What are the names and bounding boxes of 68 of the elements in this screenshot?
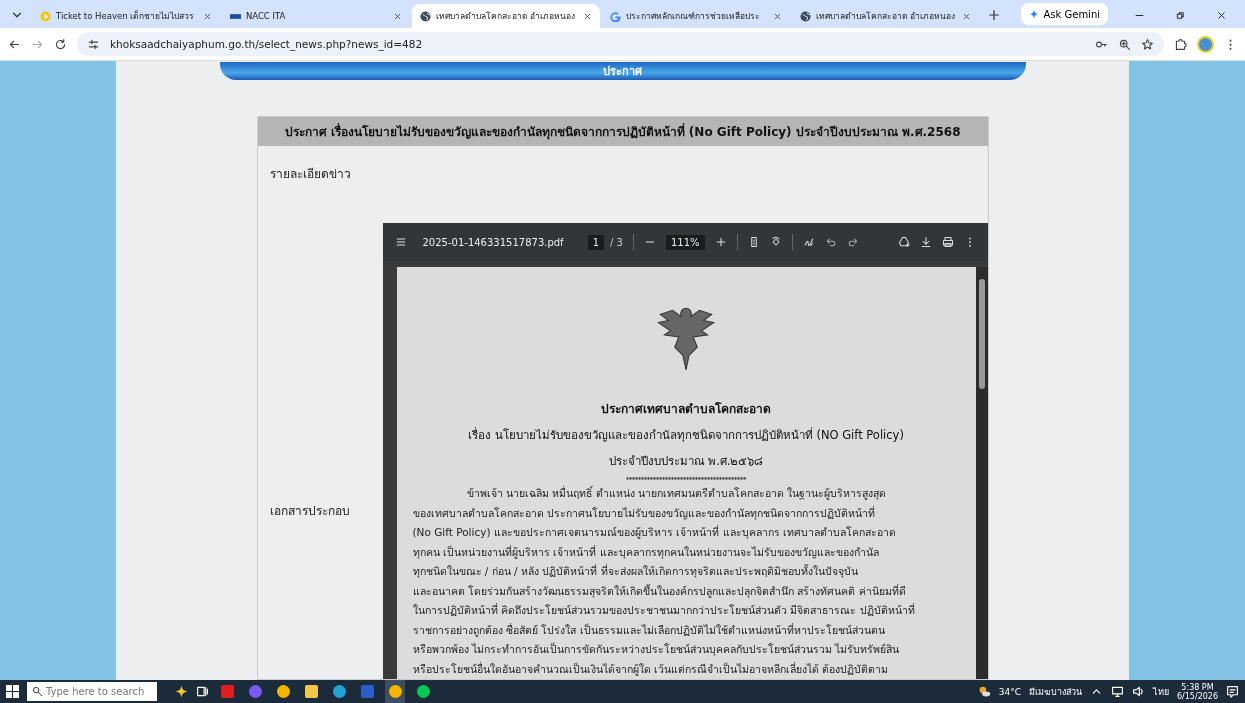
language-indicator[interactable]: ไทย — [1152, 684, 1169, 699]
profile-avatar[interactable] — [1197, 35, 1214, 53]
attachment-label: เอกสารประกอบ — [268, 502, 351, 520]
play-icon — [40, 10, 51, 22]
globe-icon — [419, 10, 431, 22]
task-view-icon[interactable] — [196, 685, 209, 698]
weather-icon[interactable] — [977, 685, 991, 698]
zoom-icon[interactable] — [1118, 37, 1131, 51]
document-text-line: ทุกคน เป็นหน่วยงานที่ผู้บริหาร เจ้าหน้าที่ และบุคลากรทุกคนในหน่วยงานจะไม่รับของขวัญและของกำนัล — [411, 544, 879, 561]
weather-temperature: 34°C — [998, 686, 1021, 697]
undo-icon[interactable] — [824, 236, 837, 248]
draw-icon[interactable] — [802, 236, 815, 248]
news-heading: ประกาศ เรื่องนโยบายไม่รับของขวัญและของกำนัลทุกชนิดจากการปฏิบัติหน้าที่ (No Gift Policy) ประจำปีงบประมาณ พ.ศ.2568 — [257, 117, 988, 146]
search-icon — [32, 686, 43, 697]
zoom-in-icon[interactable] — [714, 236, 727, 248]
document-text-line: ในการปฏิบัติหน้าที่ คิดถึงประโยชน์ส่วนรวมของประชาชนมากกว่าประโยชน์ส่วนตัว มีจิตสาธารณะ ปฏิบัติหน้าที่ — [411, 602, 915, 618]
new-tab-icon[interactable] — [987, 8, 1002, 22]
globe-icon — [799, 10, 811, 22]
close-tab-icon[interactable] — [772, 11, 782, 21]
document-year: ประจำปีงบประมาณ พ.ศ.๒๕๖๘ — [608, 453, 764, 470]
close-tab-icon[interactable] — [962, 11, 972, 21]
zoom-field[interactable]: 111% — [665, 234, 705, 250]
reload-icon[interactable] — [54, 37, 67, 51]
bookmark-star-icon[interactable] — [1141, 37, 1154, 51]
document-text-line: (No Gift Policy) และขอประกาศเจตนารมณ์ของผู้บริหาร เจ้าหน้าที่ และบุคลากร เทศบาลตำบลโคกสะอาด — [411, 524, 896, 541]
site-settings-icon[interactable] — [87, 37, 100, 51]
page-banner: ประกาศ — [219, 62, 1026, 80]
weather-description: มีเมฆบางส่วน — [1028, 685, 1082, 699]
browser-tab[interactable]: Ticket to Heaven เด็กชายไม่ไปสวร — [32, 4, 220, 28]
close-tab-icon[interactable] — [392, 11, 402, 21]
restore-icon[interactable] — [1175, 10, 1186, 21]
document-text-line: หรือประโยชน์อื่นใดอันอาจคำนวณเป็นเงินได้จากผู้ใด เว้นแต่กรณีจำเป็นไม่อาจหลีกเลี่ยงได้ ต้องปฏิบัติตาม — [411, 661, 889, 678]
rotate-icon[interactable] — [769, 236, 782, 248]
document-subject: เรื่อง นโยบายไม่รับของขวัญและของกำนัลทุกชนิดจากการปฏิบัติหน้าที่ (NO Gift Policy) — [468, 426, 904, 444]
close-tab-icon[interactable] — [202, 11, 212, 21]
browser-tab[interactable]: เทศบาลตำบลโคกสะอาด อำเภอหนอง — [791, 4, 980, 28]
document-text-line: หรือพวกพ้อง ไม่กระทำการอันเป็นการขัดกันระหว่างประโยชน์ส่วนบุคคลกับประโยชน์ส่วนรวม ไม่รับทรัพย์สิน — [411, 641, 900, 658]
print-icon[interactable] — [941, 236, 954, 248]
document-title: ประกาศเทศบาลตำบลโคกสะอาด — [601, 401, 771, 418]
browser-tab[interactable]: NACC ITA — [221, 4, 410, 28]
page-number-field[interactable]: 1 — [587, 234, 604, 250]
address-bar[interactable]: khoksaadchaiyaphum.go.th/select_news.php?news_id=482 — [77, 32, 1164, 56]
pdf-filename: 2025-01-146331517873.pdf — [422, 236, 564, 248]
menu-icon[interactable] — [394, 236, 407, 248]
download-icon[interactable] — [919, 236, 932, 248]
document-text-line: ข้าพเจ้า นายเฉลิม หมื่นฤทธิ์ ตำแหน่ง นายกเทศมนตรีตำบลโคกสะอาด ในฐานะผู้บริหารสูงสุด — [465, 484, 887, 502]
start-icon[interactable] — [6, 685, 19, 698]
sparkle-icon — [1029, 9, 1040, 19]
sparkle-icon[interactable] — [175, 685, 188, 698]
document-text-line: ราชการอย่างถูกต้อง ซื่อสัตย์ โปร่งใส เป็นธรรมและไม่เลือกปฏิบัติไม่ใช้ตำแหน่งหน้าที่หาประโยชน์ส่วนตน — [411, 622, 885, 639]
page-count: / 3 — [610, 236, 623, 248]
browser-tab[interactable]: ประกาศหลักเกณฑ์การช่วยเหลือประ — [601, 4, 790, 28]
document-text-line: และอนาคต โดยร่วมกันสร้างวัฒนธรรมสุจริตให้เกิดขึ้นในองค์กรปลูกและปลุกจิตสำนึก สร้างทัศนคติ ค่านิยมที่ดี — [411, 583, 906, 600]
document-text-line: ทุกชนิดในขณะ / ก่อน / หลัง ปฏิบัติหน้าที่ ที่จะส่งผลให้เกิดการทุจริตและประพฤติมิชอบทั้งในปัจจุบัน — [411, 563, 858, 580]
extensions-icon[interactable] — [1174, 37, 1187, 51]
detail-label: รายละเอียดข่าว — [268, 166, 352, 183]
document-text-line: ของเทศบาลตำบลโคกสะอาด ประกาศนโยบายไม่รับของขวัญและของกำนัลทุกชนิดจากการปฏิบัติหน้าที่ — [411, 505, 875, 522]
close-tab-icon[interactable] — [582, 11, 592, 21]
scrollbar-thumb[interactable] — [978, 279, 985, 389]
close-icon[interactable] — [1216, 10, 1227, 21]
clock[interactable]: 5:38 PM 6/15/2026 — [1176, 682, 1218, 701]
google-icon — [609, 10, 621, 22]
browser-tab[interactable]: เทศบาลตำบลโคกสะอาด อำเภอหนอง — [411, 4, 600, 28]
taskbar-search-field[interactable]: Type here to search — [27, 682, 157, 701]
notifications-icon[interactable] — [1226, 685, 1239, 698]
volume-icon[interactable] — [1131, 685, 1145, 698]
redo-icon[interactable] — [846, 236, 859, 248]
ask-gemini-button[interactable]: Ask Gemini — [1021, 3, 1108, 25]
